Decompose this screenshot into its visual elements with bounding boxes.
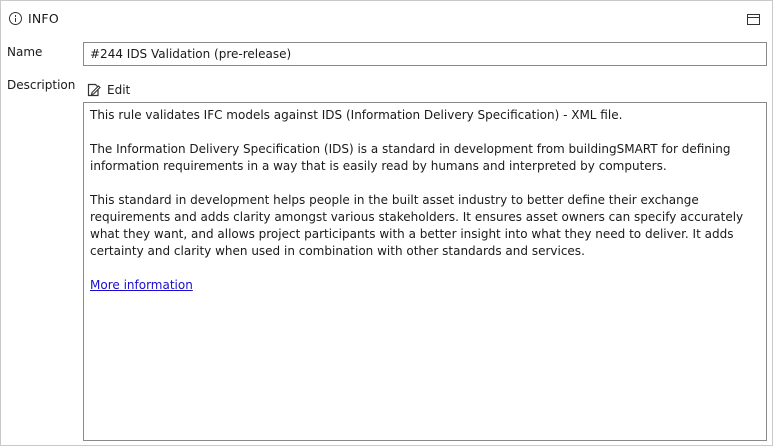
edit-icon [87, 83, 101, 97]
more-information-link[interactable]: More information [90, 278, 193, 292]
name-input[interactable] [83, 42, 767, 66]
panel-title: INFO [28, 11, 59, 26]
description-paragraph: The Information Delivery Specification (… [90, 142, 731, 173]
description-content: This rule validates IFC models against I… [83, 102, 767, 441]
info-panel: INFO Name Description Edit This rule val… [0, 0, 773, 446]
edit-label: Edit [107, 83, 131, 97]
edit-button[interactable]: Edit [87, 80, 130, 100]
panel-header: INFO [1, 1, 772, 39]
description-label: Description [7, 78, 76, 92]
info-icon [9, 12, 22, 25]
window-icon[interactable] [747, 14, 760, 25]
description-paragraph: This rule validates IFC models against I… [90, 108, 623, 122]
name-label: Name [7, 45, 43, 59]
description-paragraph: This standard in development helps peopl… [90, 193, 744, 258]
